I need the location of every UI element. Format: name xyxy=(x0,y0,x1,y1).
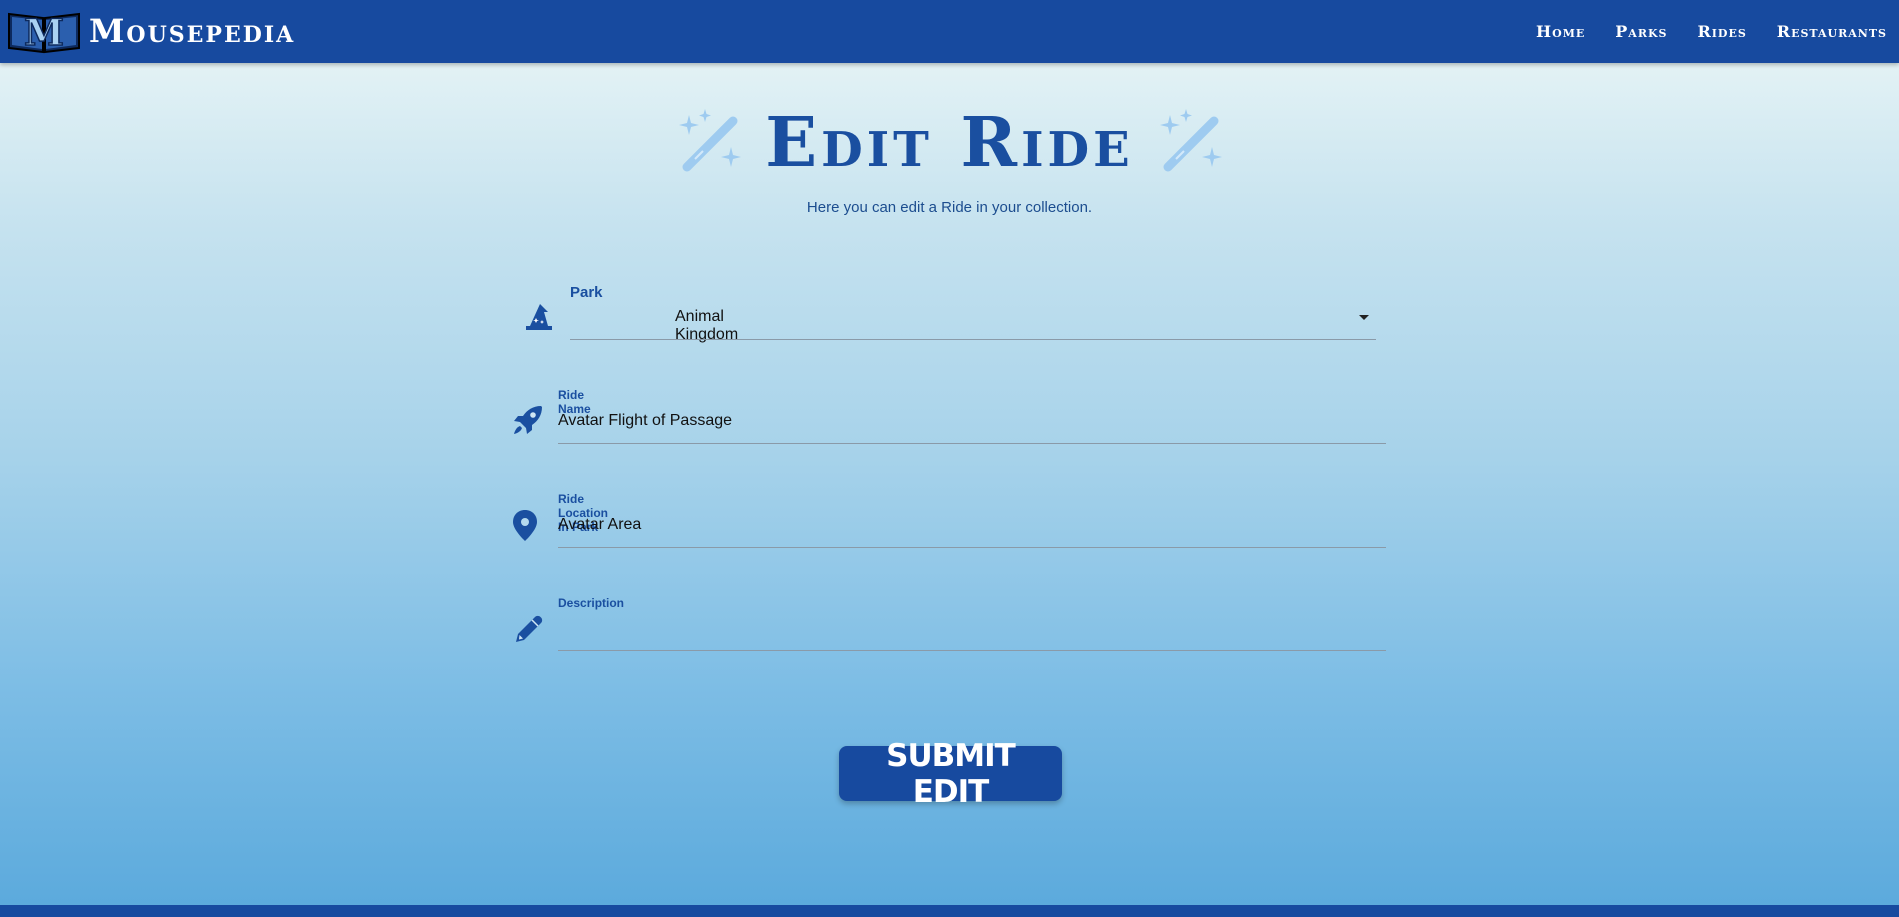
ride-location-input[interactable] xyxy=(558,512,1138,538)
ride-name-input[interactable] xyxy=(558,408,1138,434)
brand[interactable]: M Mousepedia xyxy=(7,8,295,54)
magic-wand-icon xyxy=(679,109,742,172)
description-input[interactable] xyxy=(558,616,1138,642)
logo-letter: M xyxy=(24,12,64,54)
map-pin-icon xyxy=(513,510,537,541)
park-label: Park xyxy=(570,284,603,301)
brand-name[interactable]: Mousepedia xyxy=(89,12,295,50)
description-underline xyxy=(558,650,1386,651)
nav-restaurants[interactable]: Restaurants xyxy=(1777,22,1887,41)
chevron-down-icon[interactable] xyxy=(1359,315,1369,320)
pencil-icon xyxy=(516,615,543,642)
footer-bar xyxy=(0,905,1899,917)
nav-home[interactable]: Home xyxy=(1536,22,1585,41)
nav-links: Home Parks Rides Restaurants xyxy=(1506,0,1887,63)
page-title: Edit Ride xyxy=(765,103,1134,183)
page-subtitle: Here you can edit a Ride in your collect… xyxy=(806,199,1093,216)
rocket-icon xyxy=(514,406,542,434)
nav-parks[interactable]: Parks xyxy=(1615,22,1667,41)
wizard-hat-icon xyxy=(526,304,552,330)
park-underline xyxy=(570,339,1376,340)
magic-wand-icon xyxy=(1159,109,1222,172)
top-navbar: M Mousepedia Home Parks Rides Restaurant… xyxy=(0,0,1899,63)
description-label: Description xyxy=(558,596,625,610)
submit-edit-button[interactable]: SUBMIT EDIT xyxy=(839,738,1062,810)
ride-location-underline xyxy=(558,547,1386,548)
book-logo-icon: M xyxy=(8,11,80,54)
ride-name-underline xyxy=(558,443,1386,444)
nav-rides[interactable]: Rides xyxy=(1697,22,1746,41)
title-row: Edit Ride xyxy=(0,103,1899,183)
